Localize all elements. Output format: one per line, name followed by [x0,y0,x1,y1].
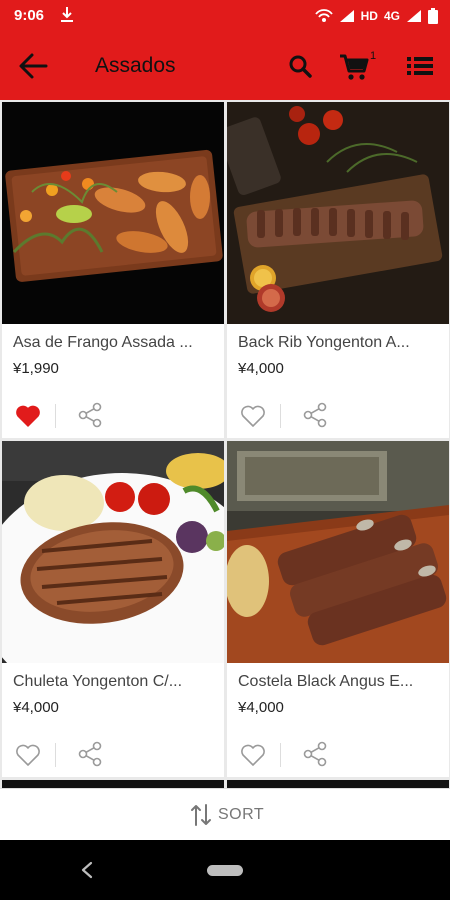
app-bar: Assados 1 [0,32,450,100]
heart-icon[interactable] [15,404,41,428]
product-image-chuleta[interactable] [2,441,224,663]
product-card[interactable]: Chuleta Yongenton C/... ¥4,000 [2,441,224,777]
action-divider [280,743,281,767]
next-card-peek [2,780,224,788]
product-price: ¥4,000 [13,699,59,716]
cart-icon[interactable] [339,53,369,81]
nav-home-pill[interactable] [207,865,243,876]
sort-icon[interactable] [190,803,212,827]
heart-outline-icon[interactable] [240,743,266,767]
product-grid: Asa de Frango Assada ... ¥1,990 Back Rib… [0,100,450,788]
status-icons: HD 4G [314,7,438,25]
product-price: ¥4,000 [238,699,284,716]
back-arrow-icon[interactable] [18,52,48,80]
product-card[interactable]: Costela Black Angus E... ¥4,000 [227,441,449,777]
share-icon[interactable] [77,402,103,428]
status-time: 9:06 [14,7,45,24]
share-icon[interactable] [302,402,328,428]
signal-4g-icon [407,10,421,22]
signal-icon [339,10,354,22]
screen: 9:06 HD 4G Assados 1 Asa de Frango Assad… [0,0,450,900]
sort-bar[interactable]: SORT [0,788,450,840]
system-nav-bar [0,840,450,900]
product-price: ¥1,990 [13,360,59,377]
product-card[interactable]: Back Rib Yongenton A... ¥4,000 [227,102,449,438]
share-icon[interactable] [302,741,328,767]
product-name[interactable]: Chuleta Yongenton C/... [13,673,218,691]
product-image-chicken-wings[interactable] [2,102,224,324]
download-icon [61,7,73,22]
product-image-costela[interactable] [227,441,449,663]
cart-count-badge: 1 [370,50,377,62]
battery-icon [428,8,438,24]
list-view-icon[interactable] [407,56,433,76]
hotspot-icon [314,9,333,22]
action-divider [55,743,56,767]
heart-outline-icon[interactable] [15,743,41,767]
search-icon[interactable] [288,54,312,78]
product-price: ¥4,000 [238,360,284,377]
sort-label[interactable]: SORT [218,806,264,824]
action-divider [280,404,281,428]
status-bar: 9:06 HD 4G [0,0,450,32]
next-card-peek [227,780,449,788]
share-icon[interactable] [77,741,103,767]
heart-outline-icon[interactable] [240,404,266,428]
product-name[interactable]: Costela Black Angus E... [238,673,443,691]
action-divider [55,404,56,428]
network-label: HD [360,9,378,23]
page-title: Assados [95,54,176,77]
product-name[interactable]: Back Rib Yongenton A... [238,334,443,352]
network-type-label: 4G [383,9,400,23]
product-card[interactable]: Asa de Frango Assada ... ¥1,990 [2,102,224,438]
nav-back-icon[interactable] [78,860,96,880]
product-image-back-rib[interactable] [227,102,449,324]
product-name[interactable]: Asa de Frango Assada ... [13,334,218,352]
